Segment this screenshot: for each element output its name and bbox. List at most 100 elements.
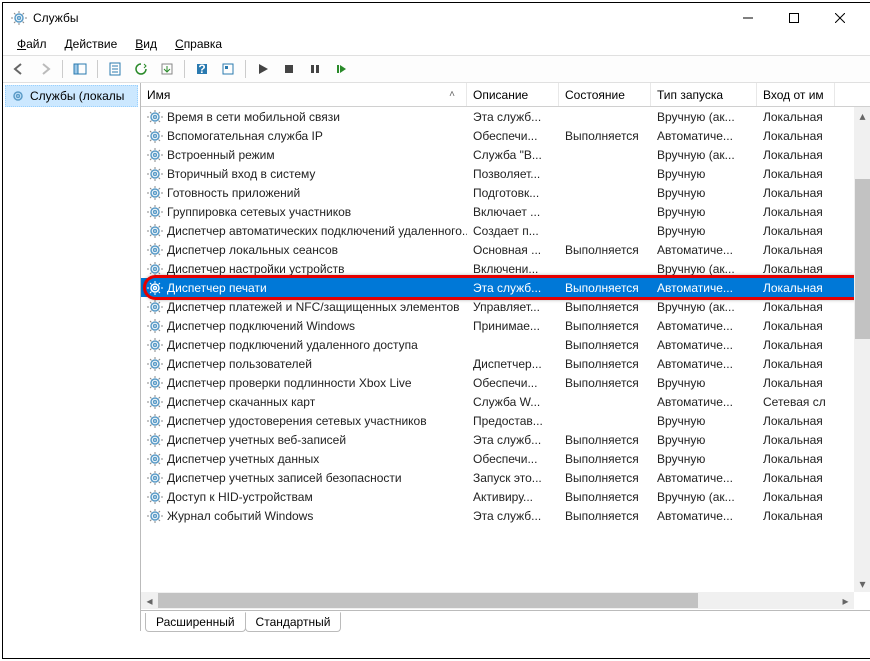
sort-indicator-icon: ˄ <box>444 89 460 100</box>
service-logon: Локальная <box>757 414 835 428</box>
service-description: Обеспечи... <box>467 129 559 143</box>
service-description: Включени... <box>467 262 559 276</box>
service-logon: Локальная <box>757 338 835 352</box>
scroll-down-button[interactable]: ▾ <box>854 575 870 592</box>
tab-extended[interactable]: Расширенный <box>145 613 246 632</box>
service-row[interactable]: Вторичный вход в системуПозволяет...Вруч… <box>141 164 870 183</box>
service-startup: Автоматиче... <box>651 509 757 523</box>
minimize-button[interactable] <box>725 3 771 33</box>
svg-text:?: ? <box>198 62 205 76</box>
stop-service-button[interactable] <box>277 58 301 80</box>
service-description: Активиру... <box>467 490 559 504</box>
service-startup: Автоматиче... <box>651 471 757 485</box>
service-name: Диспетчер подключений удаленного доступа <box>167 338 418 352</box>
vertical-scrollbar[interactable]: ▴ ▾ <box>854 107 870 592</box>
close-button[interactable] <box>817 3 863 33</box>
service-row[interactable]: Диспетчер учетных данныхОбеспечи...Выпол… <box>141 449 870 468</box>
rows-container: Время в сети мобильной связи Эта служб...… <box>141 107 870 525</box>
service-name: Диспетчер учетных веб-записей <box>167 433 346 447</box>
pause-service-button[interactable] <box>303 58 327 80</box>
service-row[interactable]: Диспетчер проверки подлинности Xbox Live… <box>141 373 870 392</box>
service-row[interactable]: Встроенный режимСлужба "В...Вручную (ак.… <box>141 145 870 164</box>
col-description[interactable]: Описание <box>467 83 559 106</box>
service-row[interactable]: Доступ к HID-устройствамАктивиру...Выпол… <box>141 487 870 506</box>
service-icon <box>147 166 163 182</box>
tab-standard[interactable]: Стандартный <box>245 612 342 632</box>
service-row[interactable]: Диспетчер подключений удаленного доступа… <box>141 335 870 354</box>
service-name: Диспетчер платежей и NFC/защищенных элем… <box>167 300 460 314</box>
service-logon: Локальная <box>757 490 835 504</box>
service-logon: Локальная <box>757 167 835 181</box>
col-status[interactable]: Состояние <box>559 83 651 106</box>
help-topics-button[interactable] <box>216 58 240 80</box>
service-startup: Автоматиче... <box>651 129 757 143</box>
service-row[interactable]: Диспетчер платежей и NFC/защищенных элем… <box>141 297 870 316</box>
restart-service-button[interactable] <box>329 58 353 80</box>
menu-view[interactable]: Вид <box>127 35 165 53</box>
service-row[interactable]: Вспомогательная служба IPОбеспечи...Выпо… <box>141 126 870 145</box>
service-row[interactable]: Группировка сетевых участниковВключает .… <box>141 202 870 221</box>
menu-action[interactable]: Действие <box>57 35 126 53</box>
service-logon: Локальная <box>757 262 835 276</box>
service-name: Доступ к HID-устройствам <box>167 490 313 504</box>
service-status: Выполняется <box>559 471 651 485</box>
service-row[interactable]: Диспетчер настройки устройствВключени...… <box>141 259 870 278</box>
scroll-v-thumb[interactable] <box>855 179 870 339</box>
scroll-h-thumb[interactable] <box>158 593 698 608</box>
service-startup: Вручную (ак... <box>651 148 757 162</box>
service-name: Диспетчер автоматических подключений уда… <box>167 224 467 238</box>
service-icon <box>147 280 163 296</box>
back-button[interactable] <box>7 58 31 80</box>
col-name[interactable]: Имя˄ <box>141 83 467 106</box>
service-name: Вспомогательная служба IP <box>167 129 323 143</box>
scroll-left-button[interactable]: ◂ <box>141 592 158 609</box>
menu-help[interactable]: Справка <box>167 35 230 53</box>
service-row[interactable]: Журнал событий WindowsЭта служб...Выполн… <box>141 506 870 525</box>
service-status: Выполняется <box>559 452 651 466</box>
service-row[interactable]: Диспетчер пользователейДиспетчер...Выпол… <box>141 354 870 373</box>
service-icon <box>147 356 163 372</box>
service-icon <box>147 508 163 524</box>
service-row[interactable]: Диспетчер подключений WindowsПринимае...… <box>141 316 870 335</box>
service-name: Время в сети мобильной связи <box>167 110 340 124</box>
service-logon: Локальная <box>757 376 835 390</box>
export-button[interactable] <box>155 58 179 80</box>
service-row[interactable]: Диспетчер печатиЭта служб...ВыполняетсяА… <box>141 278 870 297</box>
service-logon: Локальная <box>757 110 835 124</box>
service-icon <box>147 394 163 410</box>
service-row[interactable]: Время в сети мобильной связиЭта служб...… <box>141 107 870 126</box>
service-row[interactable]: Диспетчер удостоверения сетевых участник… <box>141 411 870 430</box>
service-name: Диспетчер учетных записей безопасности <box>167 471 402 485</box>
service-icon <box>147 451 163 467</box>
tree-root-item[interactable]: Службы (локалы <box>5 85 138 107</box>
scroll-right-button[interactable]: ▸ <box>837 592 854 609</box>
service-name: Журнал событий Windows <box>167 509 313 523</box>
service-row[interactable]: Диспетчер скачанных картСлужба W...Автом… <box>141 392 870 411</box>
service-startup: Автоматиче... <box>651 395 757 409</box>
service-row[interactable]: Готовность приложенийПодготовк...Вручную… <box>141 183 870 202</box>
gear-icon <box>10 88 26 104</box>
service-row[interactable]: Диспетчер учетных записей безопасностиЗа… <box>141 468 870 487</box>
forward-button[interactable] <box>33 58 57 80</box>
maximize-button[interactable] <box>771 3 817 33</box>
start-service-button[interactable] <box>251 58 275 80</box>
help-button[interactable]: ? <box>190 58 214 80</box>
service-description: Эта служб... <box>467 509 559 523</box>
col-startup[interactable]: Тип запуска <box>651 83 757 106</box>
service-startup: Вручную (ак... <box>651 110 757 124</box>
show-hide-tree-button[interactable] <box>68 58 92 80</box>
horizontal-scrollbar[interactable]: ◂ ▸ <box>141 592 854 609</box>
service-logon: Локальная <box>757 205 835 219</box>
menu-file[interactable]: Файл <box>9 35 55 53</box>
service-name: Диспетчер локальных сеансов <box>167 243 338 257</box>
refresh-button[interactable] <box>129 58 153 80</box>
service-logon: Локальная <box>757 129 835 143</box>
service-row[interactable]: Диспетчер учетных веб-записейЭта служб..… <box>141 430 870 449</box>
service-row[interactable]: Диспетчер локальных сеансовОсновная ...В… <box>141 240 870 259</box>
service-startup: Вручную <box>651 205 757 219</box>
service-name: Готовность приложений <box>167 186 300 200</box>
scroll-up-button[interactable]: ▴ <box>854 107 870 124</box>
service-row[interactable]: Диспетчер автоматических подключений уда… <box>141 221 870 240</box>
col-logon[interactable]: Вход от им <box>757 83 835 106</box>
properties-button[interactable] <box>103 58 127 80</box>
